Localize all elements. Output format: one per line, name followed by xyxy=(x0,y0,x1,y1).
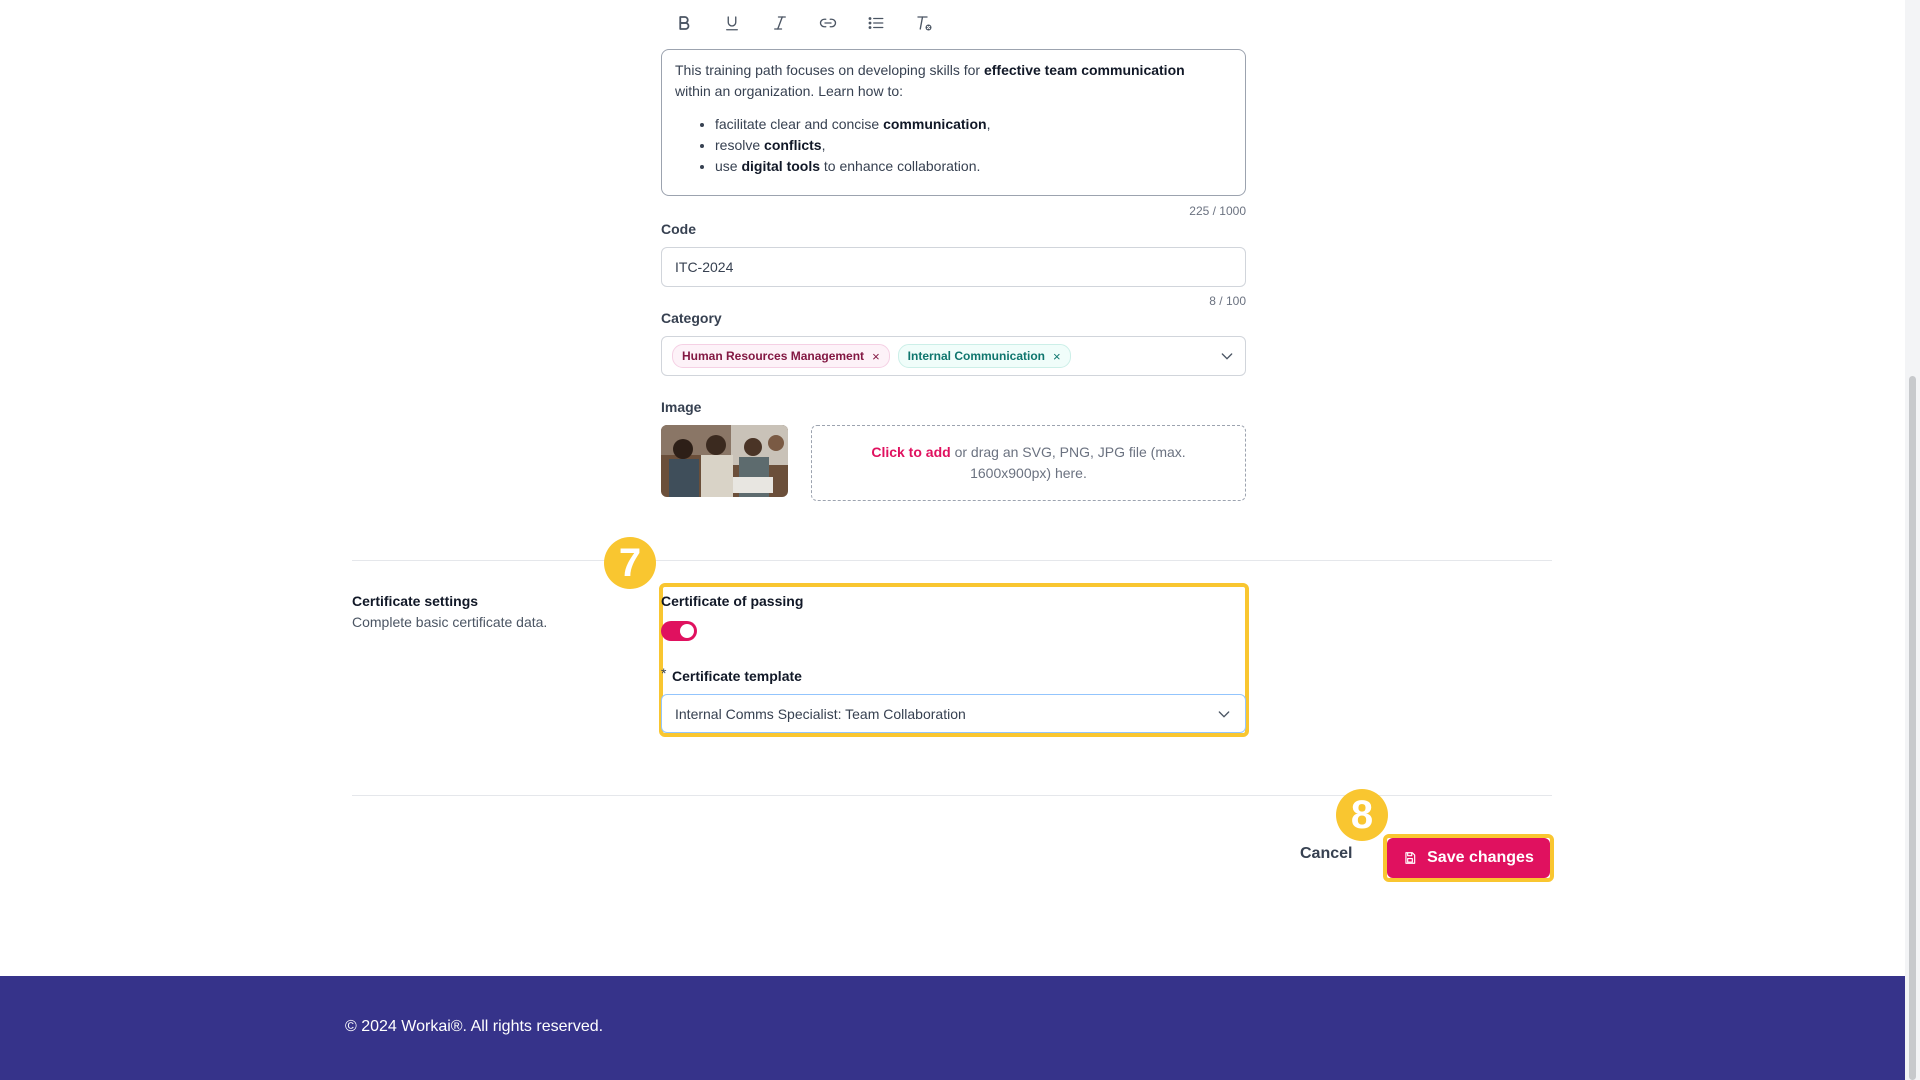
description-editor[interactable]: This training path focuses on developing… xyxy=(661,49,1246,196)
dropzone-hint: or drag an SVG, PNG, JPG file (max. 1600… xyxy=(950,444,1186,481)
list-item: facilitate clear and concise communicati… xyxy=(715,114,1232,135)
clear-format-icon xyxy=(917,16,932,31)
image-thumbnail[interactable] xyxy=(661,425,788,497)
click-to-add-link[interactable]: Click to add xyxy=(871,444,950,460)
section-divider xyxy=(352,560,1552,561)
bold-icon xyxy=(679,16,690,30)
step-7-badge: 7 xyxy=(604,537,656,589)
category-tag: Human Resources Management × xyxy=(672,344,890,368)
code-char-counter: 8 / 100 xyxy=(1209,294,1246,308)
editor-toolbar xyxy=(660,6,948,40)
italic-icon xyxy=(774,16,786,30)
image-label: Image xyxy=(661,399,702,415)
certificate-passing-label: Certificate of passing xyxy=(661,593,804,609)
link-button[interactable] xyxy=(804,6,852,40)
description-bold-text: effective team communication xyxy=(983,62,1185,78)
remove-tag-icon[interactable]: × xyxy=(1053,349,1061,364)
list-item: resolve conflicts, xyxy=(715,135,1232,156)
chevron-down-icon[interactable] xyxy=(1219,348,1235,364)
step-8-badge: 8 xyxy=(1336,789,1388,841)
list-item: use digital tools to enhance collaborati… xyxy=(715,156,1232,177)
underline-icon xyxy=(726,16,738,31)
save-changes-label: Save changes xyxy=(1427,849,1534,866)
page-footer xyxy=(0,976,1905,1080)
required-asterisk: * xyxy=(661,665,667,681)
category-tag-label: Human Resources Management xyxy=(682,349,865,363)
code-input-value: ITC-2024 xyxy=(675,259,734,275)
description-intro: This training path focuses on developing… xyxy=(675,60,1232,102)
certificate-template-select[interactable]: Internal Comms Specialist: Team Collabor… xyxy=(661,694,1246,733)
description-bullet-list: facilitate clear and concise communicati… xyxy=(675,114,1232,177)
chevron-down-icon[interactable] xyxy=(1216,706,1232,722)
description-text: This training path focuses on developing… xyxy=(675,62,984,78)
save-icon xyxy=(1405,852,1416,864)
clear-format-button[interactable] xyxy=(900,6,948,40)
bullet-list-icon xyxy=(868,17,884,29)
bold-button[interactable] xyxy=(660,6,708,40)
category-tag: Internal Communication × xyxy=(897,344,1071,368)
image-dropzone[interactable]: Click to add or drag an SVG, PNG, JPG fi… xyxy=(811,425,1246,501)
certificate-passing-toggle[interactable] xyxy=(661,621,697,641)
underline-button[interactable] xyxy=(708,6,756,40)
description-char-counter: 225 / 1000 xyxy=(1189,204,1246,218)
description-text: within an organization. Learn how to: xyxy=(675,83,904,99)
scrollbar-thumb[interactable] xyxy=(1909,376,1916,1080)
cancel-button[interactable]: Cancel xyxy=(1300,845,1352,863)
certificate-template-value: Internal Comms Specialist: Team Collabor… xyxy=(675,705,966,722)
certificate-template-label: Certificate template xyxy=(672,668,802,684)
bullet-list-button[interactable] xyxy=(852,6,900,40)
dropzone-text: Click to add or drag an SVG, PNG, JPG fi… xyxy=(852,442,1205,484)
category-tag-label: Internal Communication xyxy=(907,349,1045,363)
certificate-section-title: Certificate settings xyxy=(352,593,479,609)
category-select[interactable]: Human Resources Management × Internal Co… xyxy=(661,336,1246,376)
footer-copyright: © 2024 Workai®. All rights reserved. xyxy=(345,1018,604,1035)
toggle-knob xyxy=(680,624,694,638)
italic-button[interactable] xyxy=(756,6,804,40)
remove-tag-icon[interactable]: × xyxy=(872,349,880,364)
code-label: Code xyxy=(661,221,696,237)
save-changes-button[interactable]: Save changes xyxy=(1387,838,1550,878)
category-label: Category xyxy=(661,310,722,326)
link-icon xyxy=(819,18,837,28)
certificate-section-subtitle: Complete basic certificate data. xyxy=(352,614,548,630)
code-input[interactable]: ITC-2024 xyxy=(661,247,1246,287)
